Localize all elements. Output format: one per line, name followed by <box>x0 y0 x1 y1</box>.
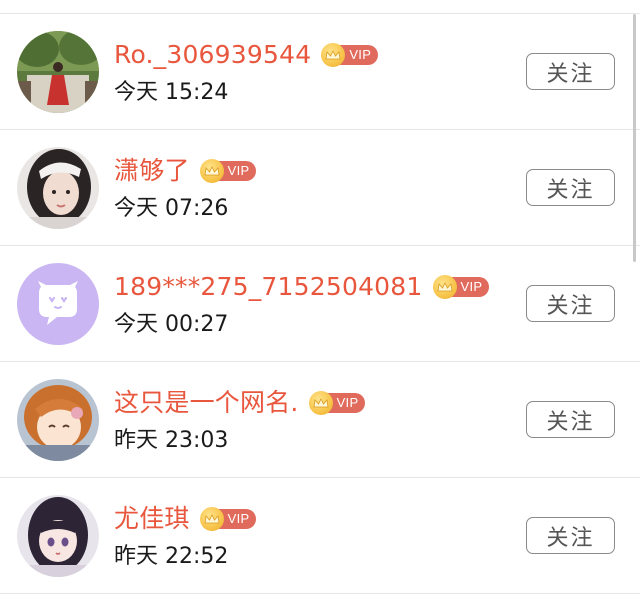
vip-badge: VIP <box>308 391 366 415</box>
follow-list-screen: Ro._306939544 VIP 今天 15:24 关注 潇够了 VIP 今天… <box>0 0 640 606</box>
user-name[interactable]: 这只是一个网名. <box>114 386 299 420</box>
crown-icon <box>432 275 457 299</box>
avatar[interactable] <box>17 31 99 113</box>
list-item[interactable]: 尤佳琪 VIP 昨天 22:52 关注 <box>0 478 640 594</box>
follow-button[interactable]: 关注 <box>526 517 615 554</box>
list-item[interactable]: 这只是一个网名. VIP 昨天 23:03 关注 <box>0 362 640 478</box>
follow-time: 今天 07:26 <box>114 196 229 221</box>
user-name[interactable]: 潇够了 <box>114 154 190 188</box>
follow-list: Ro._306939544 VIP 今天 15:24 关注 潇够了 VIP 今天… <box>0 14 640 594</box>
avatar[interactable] <box>17 263 99 345</box>
crown-icon <box>199 507 224 531</box>
follow-button[interactable]: 关注 <box>526 169 615 206</box>
vip-badge: VIP <box>199 507 257 531</box>
user-name[interactable]: 尤佳琪 <box>114 502 190 536</box>
vip-badge: VIP <box>321 43 379 67</box>
vip-badge: VIP <box>432 275 490 299</box>
crown-icon <box>199 159 224 183</box>
vip-badge: VIP <box>199 159 257 183</box>
list-item[interactable]: 189***275_7152504081 VIP 今天 00:27 关注 <box>0 246 640 362</box>
follow-button[interactable]: 关注 <box>526 401 615 438</box>
follow-button[interactable]: 关注 <box>526 53 615 90</box>
avatar[interactable] <box>17 495 99 577</box>
user-name[interactable]: 189***275_7152504081 <box>114 270 423 304</box>
follow-time: 今天 15:24 <box>114 80 229 105</box>
follow-time: 今天 00:27 <box>114 312 229 337</box>
crown-icon <box>308 391 333 415</box>
avatar[interactable] <box>17 379 99 461</box>
follow-time: 昨天 23:03 <box>114 428 229 453</box>
user-name[interactable]: Ro._306939544 <box>114 38 311 72</box>
list-item[interactable]: 潇够了 VIP 今天 07:26 关注 <box>0 130 640 246</box>
avatar[interactable] <box>17 147 99 229</box>
list-item[interactable]: Ro._306939544 VIP 今天 15:24 关注 <box>0 14 640 130</box>
scrollbar[interactable] <box>633 14 636 262</box>
follow-time: 昨天 22:52 <box>114 544 229 569</box>
follow-button[interactable]: 关注 <box>526 285 615 322</box>
